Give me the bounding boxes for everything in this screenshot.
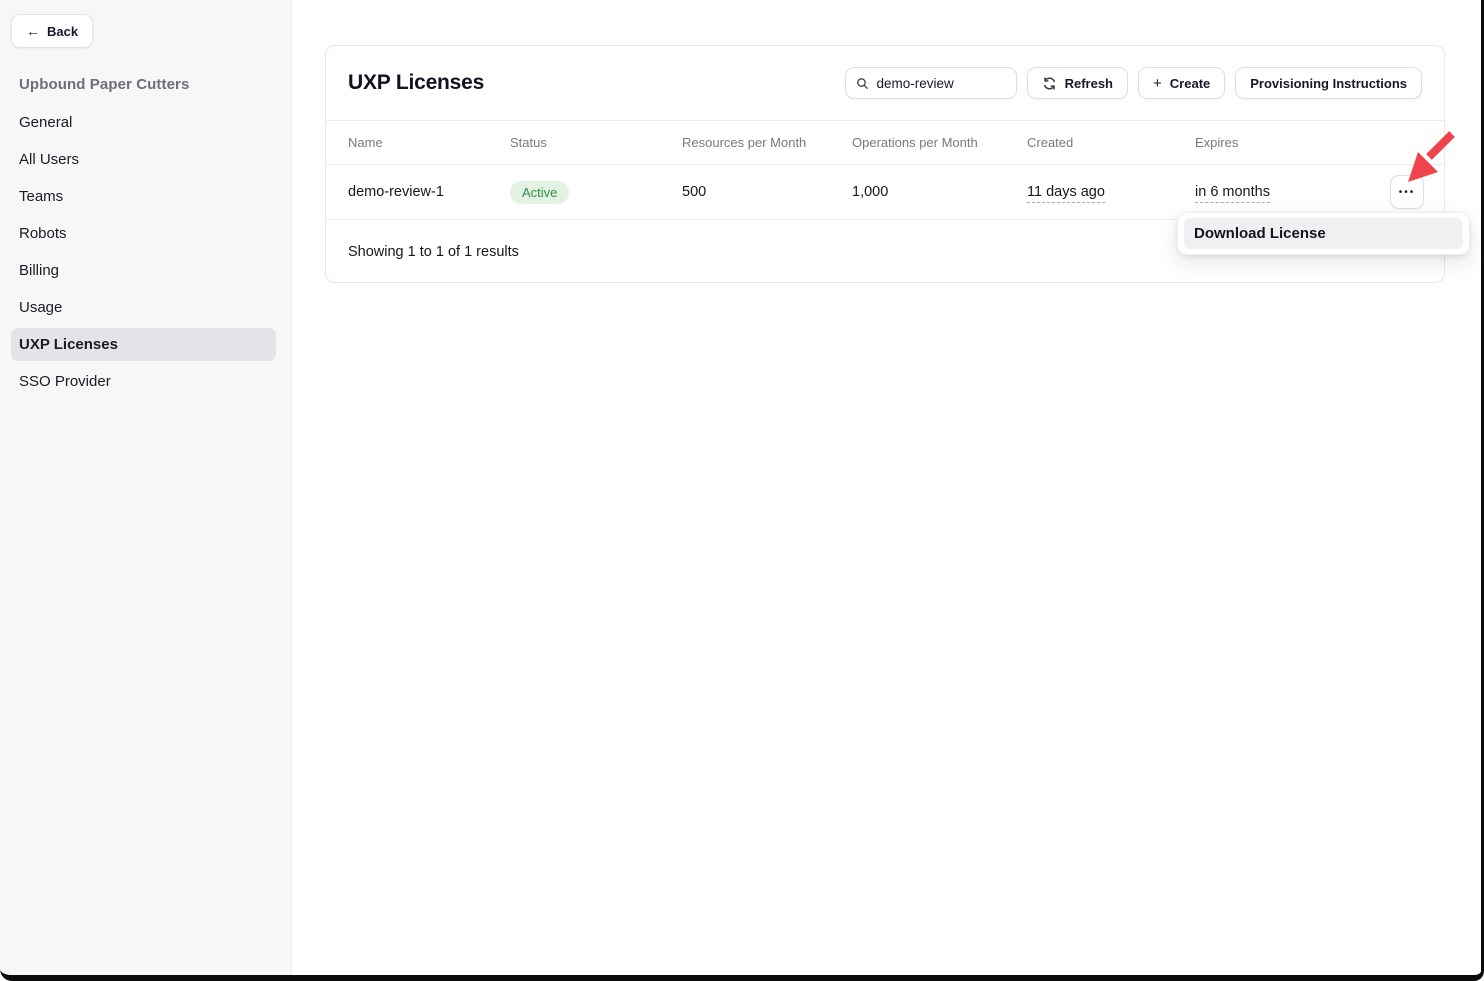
sidebar-item-robots[interactable]: Robots — [11, 217, 276, 250]
cell-name: demo-review-1 — [348, 184, 510, 200]
provisioning-instructions-label: Provisioning Instructions — [1250, 76, 1407, 91]
sidebar-item-usage[interactable]: Usage — [11, 291, 276, 324]
col-header-resources: Resources per Month — [682, 135, 852, 150]
sidebar-item-all-users[interactable]: All Users — [11, 143, 276, 176]
cell-created: 11 days ago — [1027, 184, 1195, 200]
back-button[interactable]: ← Back — [11, 14, 93, 48]
table-header-row: Name Status Resources per Month Operatio… — [326, 121, 1444, 165]
col-header-status: Status — [510, 135, 682, 150]
create-button[interactable]: + Create — [1138, 67, 1225, 99]
status-badge: Active — [510, 181, 569, 204]
cell-operations: 1,000 — [852, 184, 1027, 200]
sidebar-item-uxp-licenses[interactable]: UXP Licenses — [11, 328, 276, 361]
refresh-button-label: Refresh — [1065, 76, 1113, 91]
back-button-label: Back — [47, 24, 78, 39]
search-icon — [856, 76, 869, 91]
provisioning-instructions-button[interactable]: Provisioning Instructions — [1235, 67, 1422, 99]
sidebar-item-billing[interactable]: Billing — [11, 254, 276, 287]
sidebar-item-general[interactable]: General — [11, 106, 276, 139]
ellipsis-icon: ••• — [1399, 187, 1416, 198]
cell-status: Active — [510, 181, 682, 204]
create-button-label: Create — [1170, 76, 1210, 91]
window-frame: ← Back Upbound Paper Cutters General All… — [0, 0, 1484, 981]
cell-actions: ••• — [1381, 175, 1444, 209]
search-box[interactable] — [845, 67, 1017, 99]
refresh-icon — [1042, 76, 1057, 91]
refresh-button[interactable]: Refresh — [1027, 67, 1128, 99]
col-header-name: Name — [348, 135, 510, 150]
col-header-expires: Expires — [1195, 135, 1381, 150]
cell-resources: 500 — [682, 184, 852, 200]
back-arrow-icon: ← — [26, 23, 40, 39]
card-header: UXP Licenses Refresh — [326, 46, 1444, 121]
settings-sidebar: ← Back Upbound Paper Cutters General All… — [0, 0, 292, 975]
cell-expires: in 6 months — [1195, 184, 1381, 200]
created-value[interactable]: 11 days ago — [1027, 184, 1105, 203]
col-header-operations: Operations per Month — [852, 135, 1027, 150]
plus-icon: + — [1153, 75, 1162, 92]
sidebar-nav: General All Users Teams Robots Billing U… — [11, 106, 276, 402]
org-title: Upbound Paper Cutters — [19, 76, 189, 93]
expires-value[interactable]: in 6 months — [1195, 184, 1270, 203]
row-actions-button[interactable]: ••• — [1390, 175, 1424, 209]
sidebar-item-sso-provider[interactable]: SSO Provider — [11, 365, 276, 398]
row-actions-menu: Download License — [1177, 212, 1470, 255]
sidebar-item-teams[interactable]: Teams — [11, 180, 276, 213]
page-title: UXP Licenses — [348, 71, 484, 95]
menu-item-download-license[interactable]: Download License — [1184, 218, 1463, 249]
toolbar: Refresh + Create Provisioning Instructio… — [845, 67, 1422, 99]
results-count: Showing 1 to 1 of 1 results — [348, 244, 519, 260]
col-header-created: Created — [1027, 135, 1195, 150]
search-input[interactable] — [877, 76, 1006, 91]
